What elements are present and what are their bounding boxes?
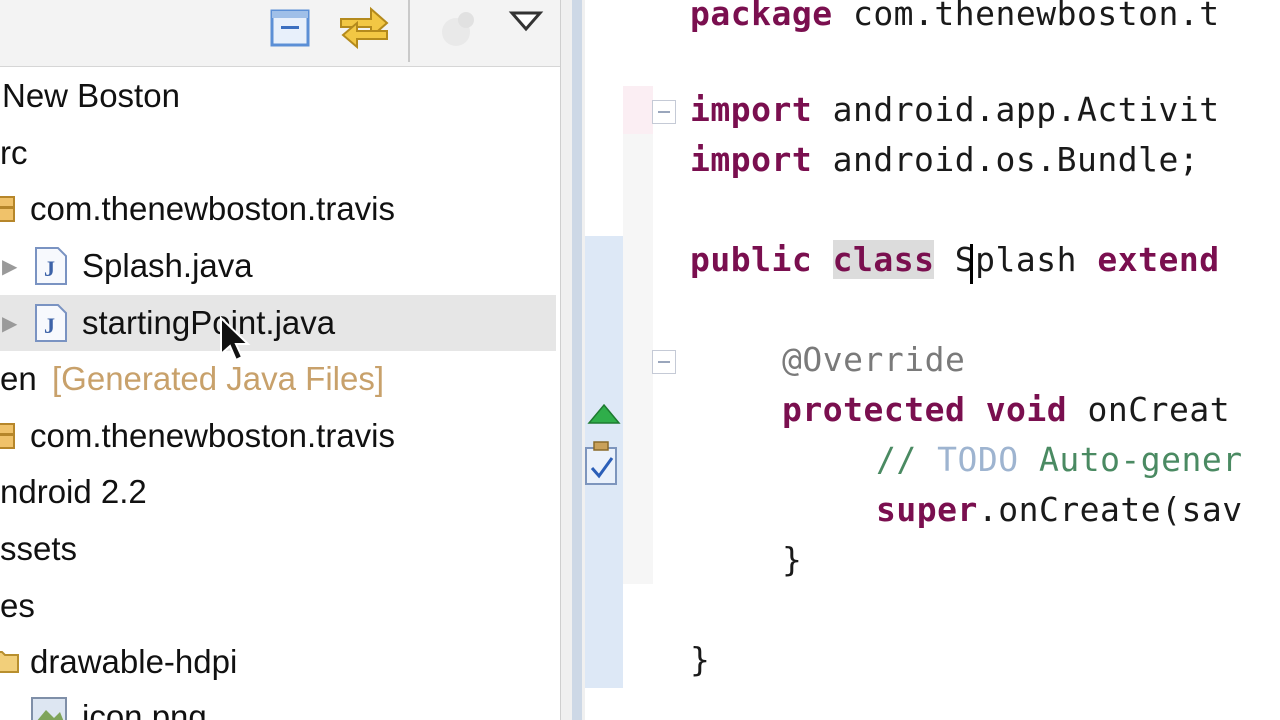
keyword: import xyxy=(690,90,813,129)
folding-region-highlight xyxy=(623,86,653,134)
tree-item-label: com.thenewboston.travis xyxy=(30,417,396,454)
comment-text: Auto-gener xyxy=(1018,440,1243,479)
tree-item-src[interactable]: rc xyxy=(0,125,556,181)
tree-item-project[interactable]: New Boston xyxy=(0,68,556,124)
explorer-toolbar xyxy=(0,0,560,67)
expand-arrow-icon[interactable]: ▶ xyxy=(2,254,17,279)
tree-item-assets[interactable]: ssets xyxy=(0,521,556,577)
tree-item-label: com.thenewboston.travis xyxy=(30,190,396,227)
code-line-1: package com.thenewboston.t xyxy=(690,0,1220,33)
view-menu-icon[interactable] xyxy=(504,0,548,44)
mouse-pointer-icon xyxy=(218,315,252,367)
keyword: super xyxy=(876,490,978,529)
annotation: @Override xyxy=(782,340,966,379)
fold-imports-button[interactable] xyxy=(652,100,676,124)
tree-item-label: en xyxy=(0,360,37,397)
disabled-tool-icon[interactable] xyxy=(432,6,482,50)
package-icon xyxy=(0,193,16,225)
folding-region xyxy=(623,86,653,584)
code-text: android.app.Activit xyxy=(812,90,1220,129)
code-text: Splash xyxy=(934,240,1098,279)
code-line-override: @Override xyxy=(782,340,965,379)
svg-text:J: J xyxy=(44,256,55,281)
tree-item-drawable-hdpi[interactable]: drawable-hdpi xyxy=(0,634,556,690)
svg-text:J: J xyxy=(44,313,55,338)
image-file-icon xyxy=(28,694,72,720)
comment-text: // xyxy=(876,440,938,479)
folder-icon xyxy=(0,646,20,676)
code-line-class-decl: public class Splash extend xyxy=(690,240,1220,279)
code-line-class-close: } xyxy=(690,640,710,679)
code-text: android.os.Bundle; xyxy=(812,140,1200,179)
code-text: onCreat xyxy=(1067,390,1231,429)
expand-arrow-icon[interactable]: ▶ xyxy=(2,311,17,336)
code-line-super-call: super.onCreate(sav xyxy=(876,490,1243,529)
code-line-import-activity: import android.app.Activit xyxy=(690,90,1220,129)
keyword: extend xyxy=(1097,240,1220,279)
tree-item-startingpoint-java[interactable]: ▶ J startingPoint.java xyxy=(0,295,556,351)
tree-item-label: ndroid 2.2 xyxy=(0,473,147,510)
tree-item-splash-java[interactable]: ▶ J Splash.java xyxy=(0,238,556,294)
task-icon[interactable] xyxy=(582,438,624,493)
tree-item-label: Splash.java xyxy=(82,247,253,284)
tree-item-label: startingPoint.java xyxy=(82,304,336,341)
todo-tag: TODO xyxy=(937,440,1019,479)
tree-item-package[interactable]: com.thenewboston.travis xyxy=(0,408,556,464)
code-text: com.thenewboston.t xyxy=(832,0,1220,33)
code-text: } xyxy=(782,540,803,579)
code-text: } xyxy=(690,640,711,679)
tree-item-res[interactable]: es xyxy=(0,578,556,634)
tree-item-icon-png[interactable]: icon.png xyxy=(0,692,556,720)
package-icon xyxy=(0,420,16,452)
fold-method-button[interactable] xyxy=(652,350,676,374)
link-with-editor-icon[interactable] xyxy=(336,6,392,50)
tree-item-label: rc xyxy=(0,134,28,171)
code-text: .onCreate(sav xyxy=(977,490,1243,529)
override-triangle-icon[interactable] xyxy=(586,402,622,431)
splitter-handle[interactable] xyxy=(572,0,582,720)
keyword: void xyxy=(985,390,1068,429)
tree-item-label: drawable-hdpi xyxy=(30,643,238,680)
keyword: package xyxy=(690,0,833,33)
code-line-import-bundle: import android.os.Bundle; xyxy=(690,140,1199,179)
java-file-icon: J xyxy=(30,246,70,286)
code-line-method-close: } xyxy=(782,540,802,579)
tree-item-android-library[interactable]: ndroid 2.2 xyxy=(0,464,556,520)
keyword-highlighted: class xyxy=(832,240,935,279)
code-line-todo-comment: // TODO Auto-gener xyxy=(876,440,1243,479)
tree-item-label: ssets xyxy=(0,530,78,567)
code-line-oncreate: protected void onCreat xyxy=(782,390,1230,429)
text-caret xyxy=(970,244,973,284)
tree-item-label: New Boston xyxy=(2,77,180,114)
package-explorer: New Boston rc com.thenewboston.travis ▶ … xyxy=(0,0,560,720)
tree-item-label: icon.png xyxy=(82,698,207,720)
tree-item-label: es xyxy=(0,587,35,624)
tree-item-package[interactable]: com.thenewboston.travis xyxy=(0,181,556,237)
java-file-icon: J xyxy=(30,303,70,343)
collapse-all-icon[interactable] xyxy=(268,6,314,50)
keyword: import xyxy=(690,140,813,179)
tree-item-gen[interactable]: en [Generated Java Files] xyxy=(0,351,556,407)
keyword: public xyxy=(690,240,813,279)
keyword: protected xyxy=(782,390,966,429)
